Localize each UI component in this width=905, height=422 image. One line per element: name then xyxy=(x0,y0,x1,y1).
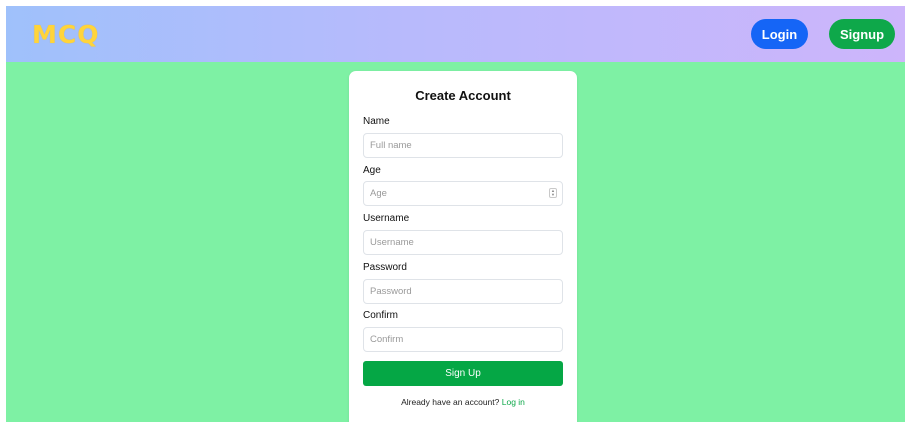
top-navbar: MCQ Login Signup xyxy=(6,6,905,62)
password-input[interactable] xyxy=(363,279,563,304)
name-label: Name xyxy=(363,116,390,127)
age-field-wrapper: ▲▼ xyxy=(349,181,577,206)
login-button[interactable]: Login xyxy=(751,19,808,49)
log-in-link[interactable]: Log in xyxy=(502,397,525,407)
signup-card: Create Account Name Age ▲▼ Username Pass… xyxy=(349,71,577,422)
age-label: Age xyxy=(363,165,381,176)
app-frame: MCQ Login Signup Create Account Name Age… xyxy=(6,6,905,422)
form-title: Create Account xyxy=(415,88,511,103)
logo[interactable]: MCQ xyxy=(32,20,99,49)
login-prompt-text: Already have an account? xyxy=(401,397,500,407)
confirm-label: Confirm xyxy=(363,310,399,321)
username-input[interactable] xyxy=(363,230,563,255)
signup-button[interactable]: Signup xyxy=(829,19,895,49)
sign-up-button[interactable]: Sign Up xyxy=(363,361,563,386)
name-input[interactable] xyxy=(363,133,563,158)
number-stepper-icon[interactable]: ▲ ▼ xyxy=(549,188,557,198)
age-input[interactable] xyxy=(363,181,563,206)
username-label: Username xyxy=(363,213,410,224)
confirm-input[interactable] xyxy=(363,327,563,352)
password-label: Password xyxy=(363,262,407,273)
login-prompt: Already have an account? Log in xyxy=(349,397,577,407)
